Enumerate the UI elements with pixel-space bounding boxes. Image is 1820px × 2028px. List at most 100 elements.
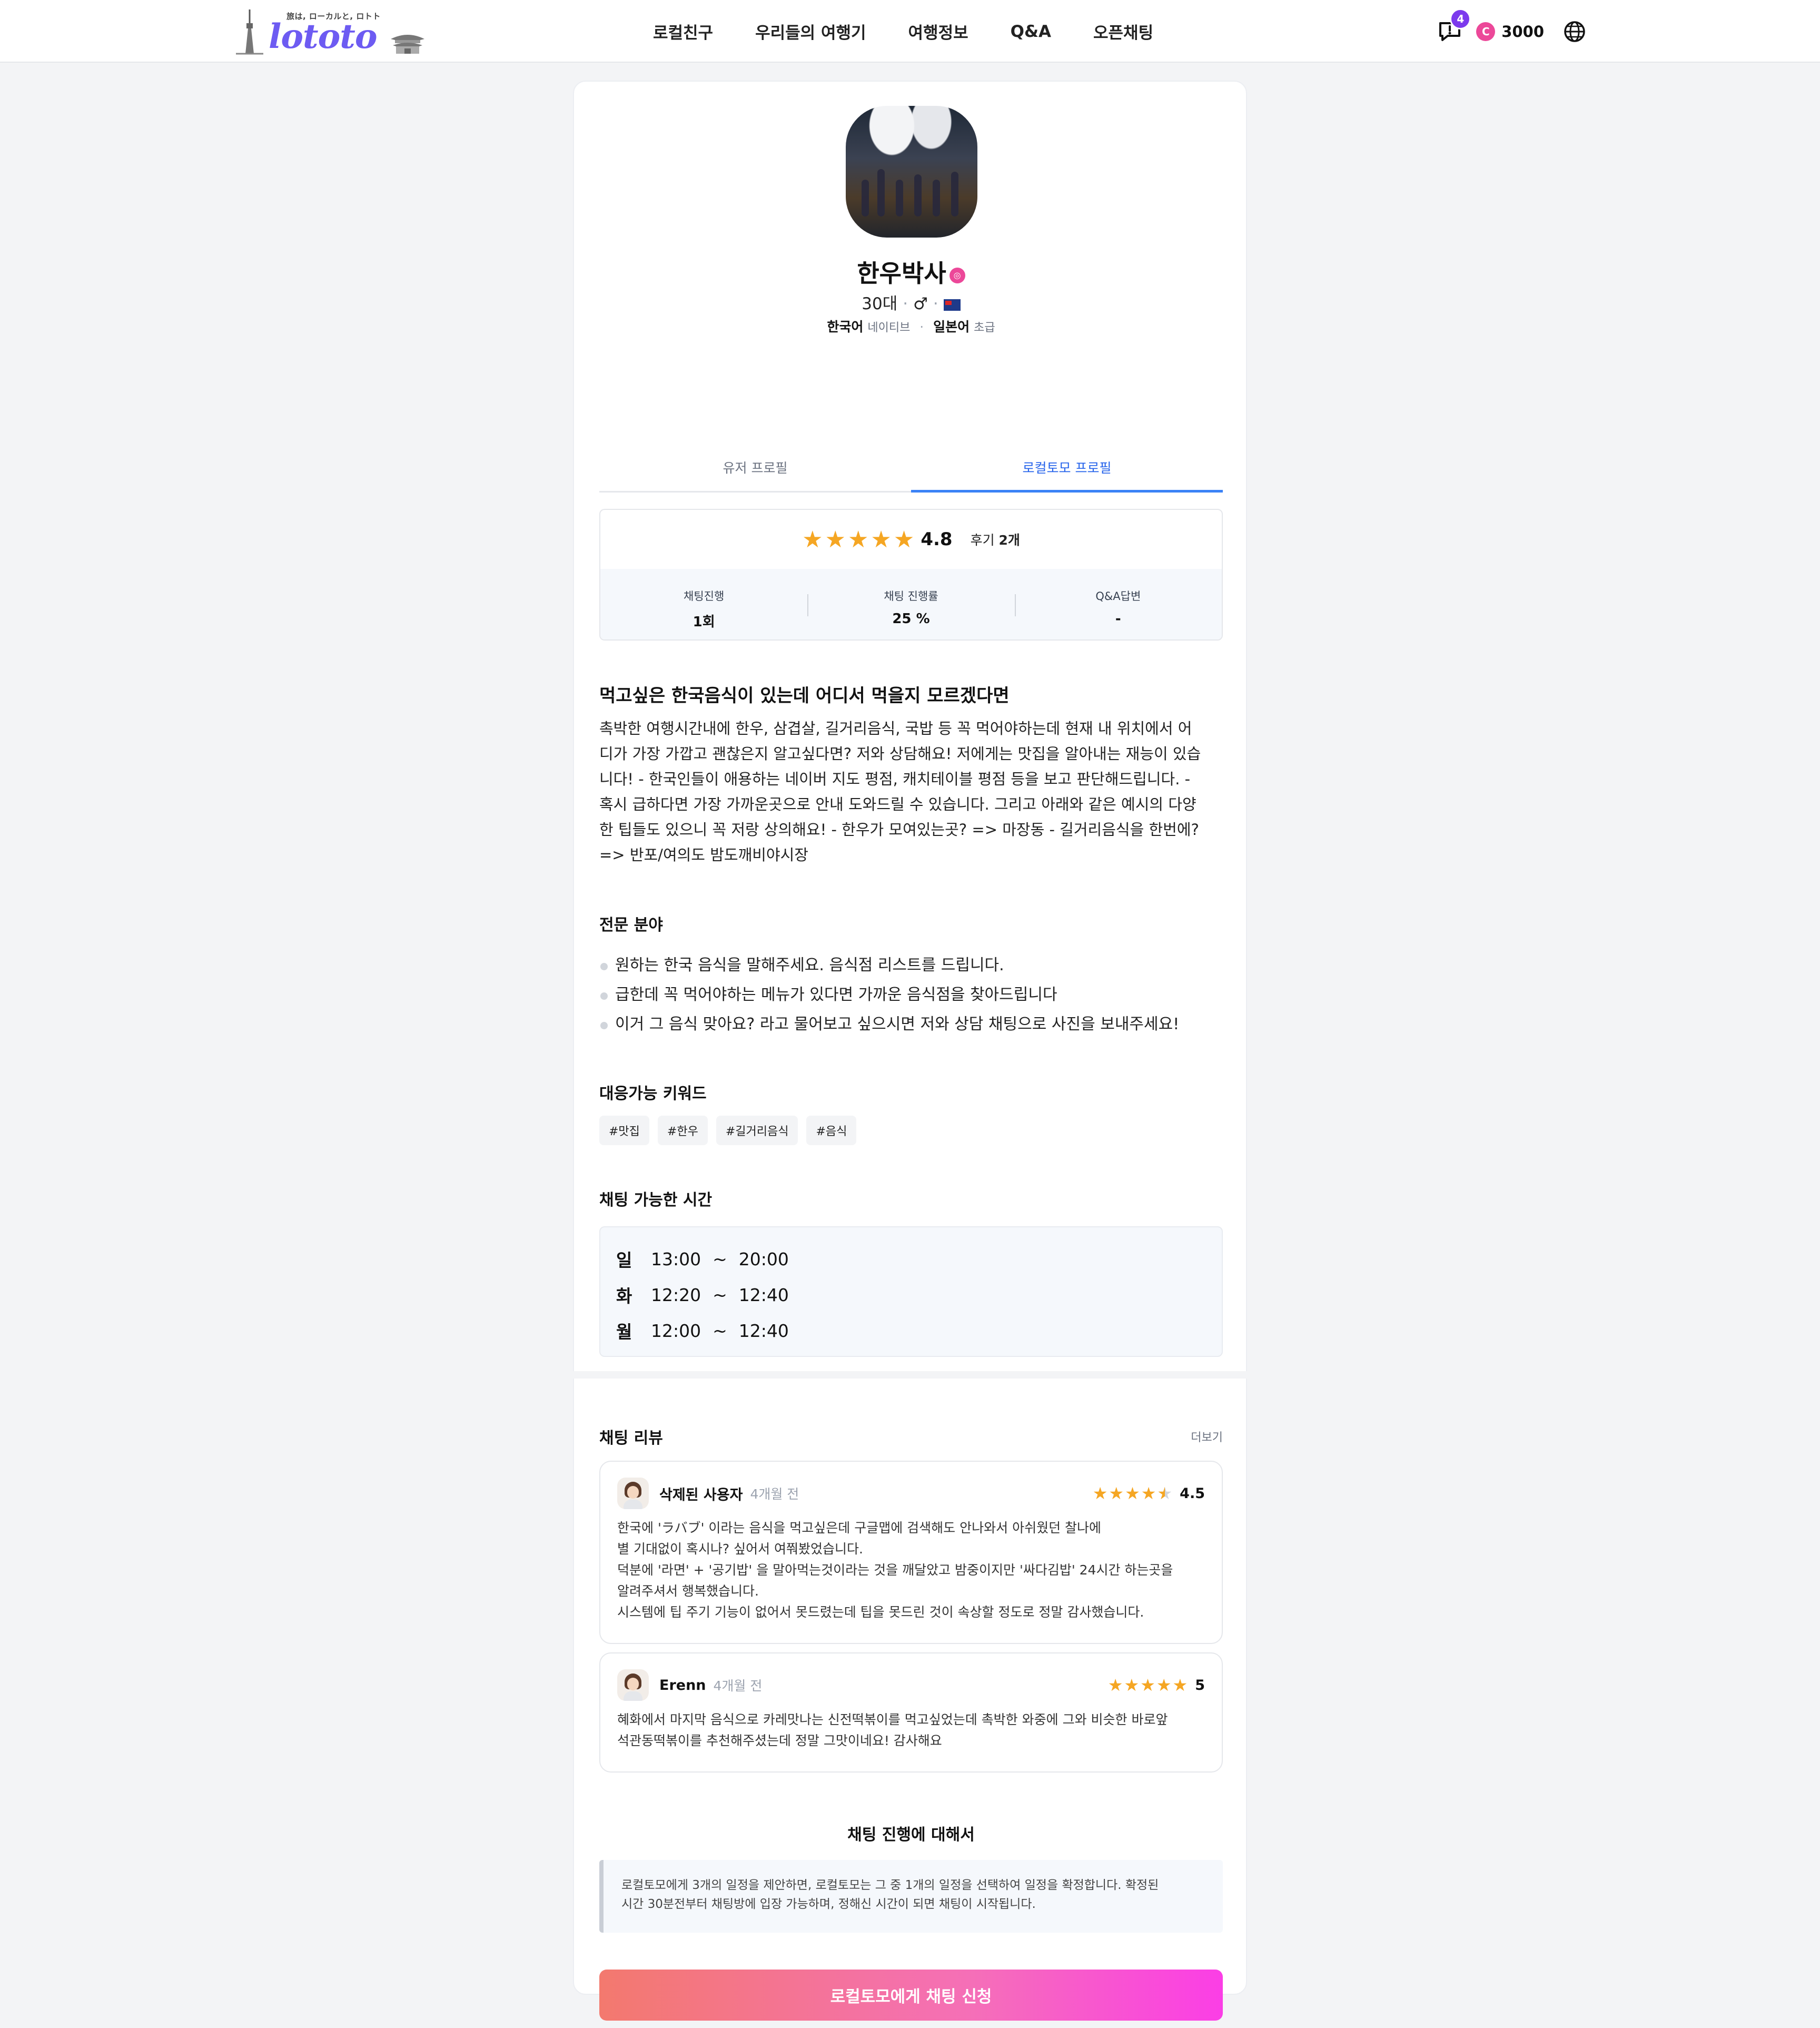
list-item: 급한데 꼭 먹어야하는 메뉴가 있다면 가까운 음식점을 찾아드립니다	[599, 980, 1223, 1010]
main-nav: 로컬친구 우리들의 여행기 여행정보 Q&A 오픈채팅	[653, 0, 1153, 63]
reviewer-name: 삭제된 사용자	[659, 1486, 743, 1503]
star-icon: ★	[1092, 1483, 1108, 1503]
stat-qna-answers: Q&A답변 -	[1014, 569, 1222, 639]
reviewer-avatar	[617, 1478, 649, 1509]
star-icon: ★	[1141, 1483, 1156, 1503]
schedule-row: 일 13:00 ~ 20:00	[616, 1248, 789, 1271]
list-item: 원하는 한국 음식을 말해주세요. 음식점 리스트를 드립니다.	[599, 951, 1223, 980]
star-icon: ★	[1124, 1675, 1140, 1695]
nav-qna[interactable]: Q&A	[1011, 22, 1051, 41]
review-date: 4개월 전	[750, 1486, 799, 1502]
profile-age: 30대	[862, 294, 898, 313]
review-rating: ★ ★ ★ ★ ★ 5	[1107, 1675, 1205, 1695]
reviews-more-link[interactable]: 더보기	[1191, 1428, 1223, 1445]
star-icon: ★	[1172, 1675, 1188, 1695]
review-text: 한국에 'ラバブ' 이라는 음식을 먹고싶은데 구글맵에 검색해도 안나와서 아…	[617, 1520, 1173, 1620]
rating-summary: ★ ★ ★ ★ ★ 4.8 후기 2개	[600, 510, 1222, 569]
nav-open-chat[interactable]: 오픈채팅	[1093, 19, 1153, 43]
schedule-row: 월 12:00 ~ 12:40	[616, 1320, 789, 1343]
australia-flag-icon	[943, 299, 961, 311]
star-icon: ★	[871, 526, 892, 553]
profile-languages: 한국어 네이티브 · 일본어 초급	[827, 319, 995, 334]
review-text: 혜화에서 마지막 음식으로 카레맛나는 신전떡볶이를 먹고싶었는데 촉박한 와중…	[617, 1712, 1168, 1748]
star-icon: ★	[1125, 1483, 1140, 1503]
language-level: 네이티브	[867, 321, 911, 334]
instagram-icon[interactable]: ◎	[949, 267, 965, 283]
coin-amount: 3000	[1501, 22, 1544, 41]
schedule-title: 채팅 가능한 시간	[599, 1191, 713, 1209]
reviews-title: 채팅 리뷰	[599, 1429, 663, 1448]
keywords-title: 대응가능 키워드	[599, 1085, 707, 1103]
nav-travel-info[interactable]: 여행정보	[908, 19, 968, 43]
star-icon: ★	[825, 526, 846, 553]
coin-balance[interactable]: C 3000	[1476, 22, 1544, 41]
tab-localtomo-profile[interactable]: 로컬토모 프로필	[911, 440, 1223, 493]
keyword-tags: #맛집 #한우 #길거리음식 #음식	[599, 1116, 1223, 1145]
stat-value: 1회	[693, 614, 715, 630]
globe-icon[interactable]	[1563, 20, 1586, 43]
coin-icon: C	[1476, 22, 1496, 41]
tab-user-profile[interactable]: 유저 프로필	[599, 440, 911, 491]
review-card: Erenn 4개월 전 ★ ★ ★ ★ ★ 5 혜화에서 마지막 음식으로 카레맛나는 …	[599, 1652, 1223, 1773]
reviewer-avatar	[617, 1669, 649, 1701]
nav-travelogue[interactable]: 우리들의 여행기	[755, 19, 866, 43]
reviews-header: 채팅 리뷰 더보기	[599, 1425, 1223, 1448]
logo-wordmark: lototo	[269, 17, 377, 56]
review-card: 삭제된 사용자 4개월 전 ★★★★★ 4.5 한국에 'ラバブ' 이라는 음식…	[599, 1461, 1223, 1644]
star-icon: ★	[1156, 1675, 1172, 1695]
stat-label: Q&A답변	[1095, 590, 1141, 603]
language-name: 일본어	[933, 319, 970, 334]
nav-local-friend[interactable]: 로컬친구	[653, 19, 713, 43]
star-icon: ★	[1140, 1675, 1155, 1695]
list-item: 이거 그 음식 맞아요? 라고 물어보고 싶으시면 저와 상담 채팅으로 사진을…	[599, 1010, 1223, 1039]
intro-title: 먹고싶은 한국음식이 있는데 어디서 먹을지 모르겠다면	[599, 685, 1010, 706]
star-icon: ★	[1109, 1483, 1124, 1503]
star-icon: ★	[847, 526, 869, 553]
chat-process-title: 채팅 진행에 대해서	[847, 1826, 975, 1844]
stat-value: -	[1115, 611, 1121, 627]
rating-stats-box: ★ ★ ★ ★ ★ 4.8 후기 2개 채팅진행 1회 채팅 진행률 25 % …	[599, 509, 1223, 641]
review-count: 후기 2개	[970, 533, 1020, 548]
language-name: 한국어	[827, 319, 864, 334]
review-score: 4.5	[1180, 1485, 1205, 1502]
stat-chat-count: 채팅진행 1회	[600, 569, 807, 639]
header-actions: 4 C 3000	[1437, 0, 1586, 63]
profile-avatar	[846, 106, 977, 238]
palace-icon	[391, 35, 424, 54]
profile-name: 한우박사	[857, 259, 946, 288]
profile-name-row: 한우박사 ◎	[574, 254, 1248, 289]
language-level: 초급	[974, 321, 995, 334]
request-chat-button[interactable]: 로컬토모에게 채팅 신청	[599, 1970, 1223, 2021]
reviewer-name: Erenn	[659, 1677, 706, 1694]
star-icon: ★	[1107, 1675, 1123, 1695]
chat-process-notice: 로컬토모에게 3개의 일정을 제안하면, 로컬토모는 그 중 1개의 일정을 선…	[599, 1860, 1223, 1933]
profile-tabs: 유저 프로필 로컬토모 프로필	[599, 440, 1223, 493]
keyword-tag[interactable]: #맛집	[599, 1116, 649, 1145]
star-icon: ★	[893, 526, 915, 553]
lototo-logo[interactable]: 旅は, ローカルと, ロトト lototo	[234, 7, 429, 57]
section-divider	[561, 1371, 1261, 1379]
rating-score: 4.8	[921, 529, 953, 550]
keyword-tag[interactable]: #한우	[657, 1116, 708, 1145]
half-star-icon: ★	[1157, 1483, 1172, 1503]
schedule-row: 화 12:20 ~ 12:40	[616, 1284, 789, 1307]
keyword-tag[interactable]: #음식	[806, 1116, 857, 1145]
expertise-list: 원하는 한국 음식을 말해주세요. 음식점 리스트를 드립니다. 급한데 꼭 먹…	[599, 951, 1223, 1039]
stat-label: 채팅진행	[684, 590, 725, 603]
review-date: 4개월 전	[713, 1678, 763, 1694]
stat-grid: 채팅진행 1회 채팅 진행률 25 % Q&A답변 -	[600, 569, 1222, 639]
review-rating: ★★★★★ 4.5	[1092, 1483, 1205, 1503]
expertise-title: 전문 분야	[599, 916, 663, 934]
notification-badge: 4	[1450, 8, 1471, 29]
intro-body: 촉박한 여행시간내에 한우, 삼겹살, 길거리음식, 국밥 등 꼭 먹어야하는데…	[599, 720, 1201, 864]
profile-meta: 30대 · ♂ ·	[574, 290, 1248, 314]
chat-notification-button[interactable]: 4	[1437, 8, 1471, 44]
star-icon: ★	[802, 526, 823, 553]
stat-chat-rate: 채팅 진행률 25 %	[807, 569, 1014, 639]
stat-value: 25 %	[892, 611, 930, 627]
tower-icon	[236, 9, 263, 55]
gender-icon: ♂	[913, 294, 928, 313]
keyword-tag[interactable]: #길거리음식	[716, 1116, 798, 1145]
schedule-box: 일 13:00 ~ 20:00 화 12:20 ~ 12:40 월 12:00 …	[599, 1226, 1223, 1357]
review-score: 5	[1195, 1677, 1205, 1694]
